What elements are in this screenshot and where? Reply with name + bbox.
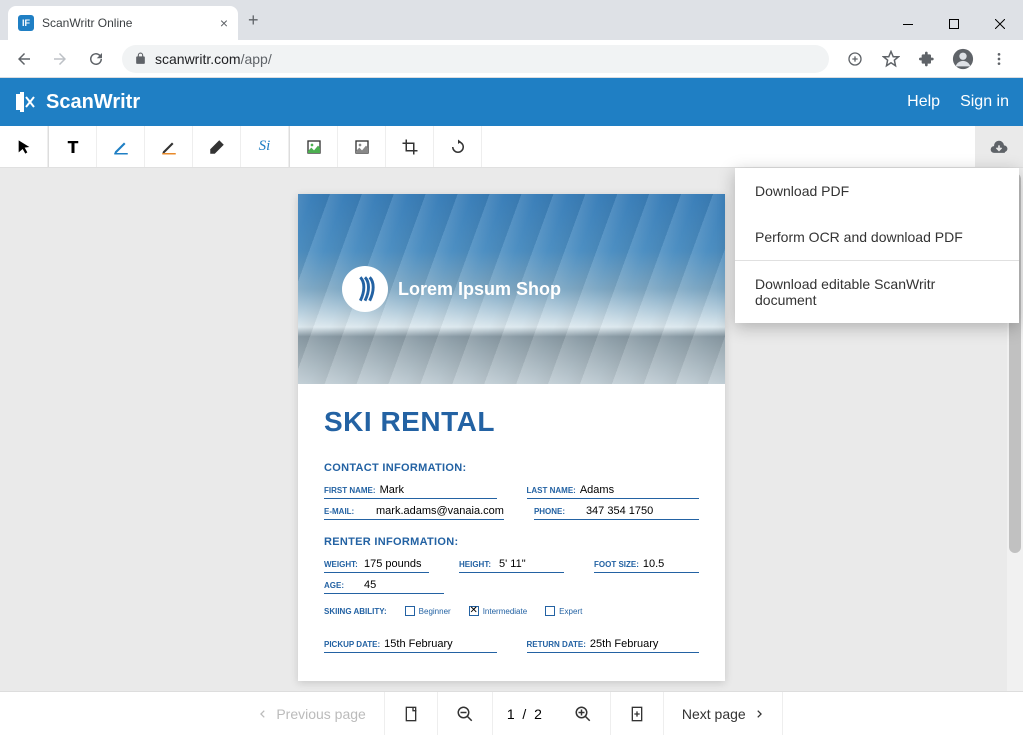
chevron-left-icon bbox=[258, 707, 268, 721]
label-return: RETURN DATE: bbox=[527, 640, 586, 649]
value-firstname: Mark bbox=[376, 484, 404, 496]
cursor-tool[interactable] bbox=[0, 126, 48, 167]
lock-icon bbox=[134, 52, 147, 65]
favicon: IF bbox=[18, 15, 34, 31]
label-footsize: FOOT SIZE: bbox=[594, 560, 639, 569]
profile-icon[interactable] bbox=[947, 43, 979, 75]
pager-bar: Previous page 1 / 2 Next page bbox=[0, 691, 1023, 735]
fit-page-button[interactable] bbox=[385, 692, 438, 735]
extensions-icon[interactable] bbox=[911, 43, 943, 75]
section-contact: CONTACT INFORMATION: bbox=[324, 462, 699, 474]
label-lastname: LAST NAME: bbox=[527, 486, 576, 495]
value-weight: 175 pounds bbox=[360, 558, 422, 570]
close-window-button[interactable] bbox=[977, 8, 1023, 40]
next-page-button[interactable]: Next page bbox=[664, 692, 783, 735]
new-tab-button[interactable]: + bbox=[248, 10, 259, 31]
minimize-button[interactable] bbox=[885, 8, 931, 40]
label-intermediate: Intermediate bbox=[483, 607, 527, 616]
zoom-out-button[interactable] bbox=[438, 692, 493, 735]
export-dropdown: Download PDF Perform OCR and download PD… bbox=[735, 168, 1019, 323]
hero-title: Lorem Ipsum Shop bbox=[398, 279, 561, 300]
label-expert: Expert bbox=[559, 607, 582, 616]
app-logo[interactable]: ScanWritr bbox=[14, 90, 140, 114]
toolbar: Si bbox=[0, 126, 1023, 168]
document-hero: Lorem Ipsum Shop bbox=[298, 194, 725, 384]
value-age: 45 bbox=[360, 579, 376, 591]
value-phone: 347 354 1750 bbox=[582, 505, 653, 517]
logo-icon bbox=[14, 90, 38, 114]
page-indicator: 1 / 2 bbox=[493, 692, 556, 735]
value-height: 5' 11" bbox=[495, 558, 526, 570]
prev-page-button[interactable]: Previous page bbox=[240, 692, 385, 735]
eraser-tool[interactable] bbox=[193, 126, 241, 167]
tab-title: ScanWritr Online bbox=[42, 16, 212, 30]
signature-tool[interactable]: Si bbox=[241, 126, 289, 167]
browser-tab[interactable]: IF ScanWritr Online × bbox=[8, 6, 238, 40]
checkbox-intermediate: ✕ bbox=[469, 606, 479, 616]
label-age: AGE: bbox=[324, 581, 360, 590]
pen-tool[interactable] bbox=[97, 126, 145, 167]
hero-logo-icon bbox=[342, 266, 388, 312]
menu-download-editable[interactable]: Download editable ScanWritr document bbox=[735, 261, 1019, 323]
zoom-reset-icon[interactable] bbox=[839, 43, 871, 75]
value-email: mark.adams@vanaia.com bbox=[372, 505, 504, 517]
menu-ocr-pdf[interactable]: Perform OCR and download PDF bbox=[735, 214, 1019, 260]
image-tool[interactable] bbox=[290, 126, 338, 167]
browser-titlebar: IF ScanWritr Online × + bbox=[0, 0, 1023, 40]
image-bw-tool[interactable] bbox=[338, 126, 386, 167]
close-icon[interactable]: × bbox=[220, 15, 228, 31]
forward-button[interactable] bbox=[44, 43, 76, 75]
value-return: 25th February bbox=[586, 638, 658, 650]
label-height: HEIGHT: bbox=[459, 560, 495, 569]
value-footsize: 10.5 bbox=[639, 558, 664, 570]
zoom-in-button[interactable] bbox=[556, 692, 611, 735]
text-tool[interactable] bbox=[49, 126, 97, 167]
value-lastname: Adams bbox=[576, 484, 614, 496]
header-links: Help Sign in bbox=[907, 93, 1009, 111]
window-controls bbox=[885, 8, 1023, 40]
app-name: ScanWritr bbox=[46, 91, 140, 114]
menu-download-pdf[interactable]: Download PDF bbox=[735, 168, 1019, 214]
menu-icon[interactable] bbox=[983, 43, 1015, 75]
document-title: SKI RENTAL bbox=[324, 406, 699, 438]
label-phone: PHONE: bbox=[534, 507, 582, 516]
rotate-tool[interactable] bbox=[434, 126, 482, 167]
app-header: ScanWritr Help Sign in bbox=[0, 78, 1023, 126]
label-email: E-MAIL: bbox=[324, 507, 372, 516]
add-page-button[interactable] bbox=[611, 692, 664, 735]
chevron-right-icon bbox=[754, 707, 764, 721]
label-beginner: Beginner bbox=[419, 607, 451, 616]
document-page[interactable]: Lorem Ipsum Shop SKI RENTAL CONTACT INFO… bbox=[298, 194, 725, 681]
help-link[interactable]: Help bbox=[907, 93, 940, 111]
signin-link[interactable]: Sign in bbox=[960, 93, 1009, 111]
url-field[interactable]: scanwritr.com/app/ bbox=[122, 45, 829, 73]
marker-tool[interactable] bbox=[145, 126, 193, 167]
section-renter: RENTER INFORMATION: bbox=[324, 536, 699, 548]
reload-button[interactable] bbox=[80, 43, 112, 75]
checkbox-beginner bbox=[405, 606, 415, 616]
label-weight: WEIGHT: bbox=[324, 560, 360, 569]
label-skiing-ability: SKIING ABILITY: bbox=[324, 607, 387, 616]
address-bar: scanwritr.com/app/ bbox=[0, 40, 1023, 78]
back-button[interactable] bbox=[8, 43, 40, 75]
value-pickup: 15th February bbox=[380, 638, 452, 650]
crop-tool[interactable] bbox=[386, 126, 434, 167]
export-button[interactable] bbox=[975, 126, 1023, 167]
label-pickup: PICKUP DATE: bbox=[324, 640, 380, 649]
maximize-button[interactable] bbox=[931, 8, 977, 40]
bookmark-icon[interactable] bbox=[875, 43, 907, 75]
label-firstname: FIRST NAME: bbox=[324, 486, 376, 495]
checkbox-expert bbox=[545, 606, 555, 616]
url-text: scanwritr.com/app/ bbox=[155, 51, 272, 67]
